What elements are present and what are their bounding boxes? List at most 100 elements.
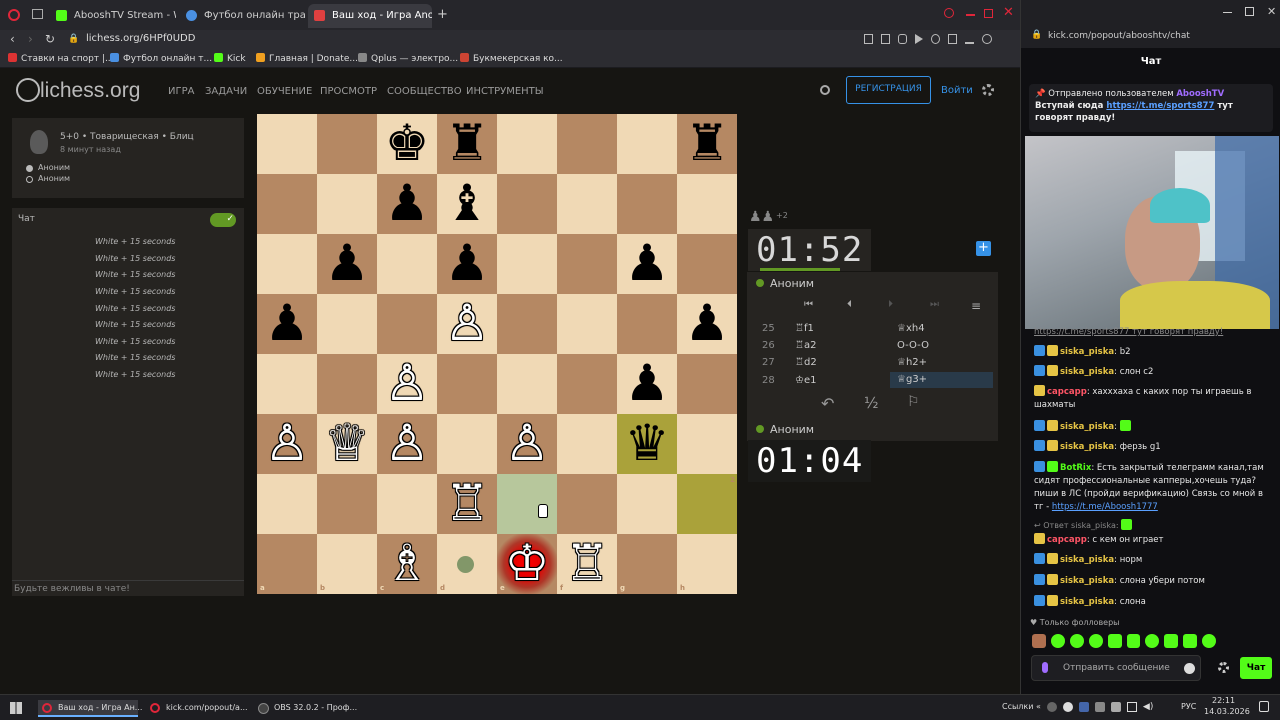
first-move-icon[interactable]: ⏮ (804, 299, 813, 310)
maximize-icon[interactable] (984, 9, 993, 18)
notification-icon[interactable] (1259, 701, 1269, 712)
square-g8[interactable] (617, 114, 677, 174)
emote-icon[interactable] (1145, 634, 1160, 648)
cube-icon[interactable] (948, 34, 957, 44)
lichess-logo[interactable]: lichess.org (40, 79, 140, 103)
square-c6[interactable] (377, 234, 437, 294)
taskbar-app-lichess[interactable]: Ваш ход - Игра Ан... (38, 700, 142, 717)
square-e5[interactable] (497, 294, 557, 354)
move-destination-dot[interactable] (457, 556, 474, 573)
bookmark-kick[interactable]: Kick (214, 53, 246, 64)
search-icon[interactable] (820, 85, 830, 95)
clock-date[interactable]: 14.03.2026 (1204, 707, 1250, 716)
clock-time[interactable]: 22:11 (1212, 696, 1235, 705)
emote-icon[interactable] (1107, 634, 1122, 648)
move-black[interactable]: O-O-O (897, 340, 929, 351)
square-h7[interactable] (677, 174, 737, 234)
nav-play[interactable]: ИГРА (168, 86, 194, 97)
chat-input[interactable]: Будьте вежливы в чате! (12, 580, 244, 596)
emote-icon[interactable] (1183, 634, 1198, 648)
nav-community[interactable]: СООБЩЕСТВО (387, 86, 462, 97)
taskbar-app-obs[interactable]: OBS 32.0.2 - Проф... (254, 700, 357, 717)
tray-app-icon[interactable] (1062, 702, 1073, 712)
square-a4[interactable] (257, 354, 317, 414)
nav-watch[interactable]: ПРОСМОТР (320, 86, 377, 97)
square-d3[interactable] (437, 414, 497, 474)
nav-puzzles[interactable]: ЗАДАЧИ (205, 86, 247, 97)
takeback-icon[interactable]: ↶ (821, 394, 834, 413)
shield-icon[interactable] (898, 34, 907, 44)
move-black[interactable]: ♕xh4 (897, 323, 925, 334)
white-rook-piece[interactable]: ♖ (437, 474, 497, 534)
black-queen-piece[interactable]: ♛ (617, 414, 677, 474)
add-time-icon[interactable]: + (976, 241, 991, 256)
opera-logo-icon[interactable] (8, 9, 20, 21)
pin-icon[interactable] (864, 34, 873, 44)
chat-settings-gear-icon[interactable] (1218, 662, 1229, 673)
bookmark-stavki[interactable]: Ставки на спорт |... (8, 53, 114, 64)
player-black-name[interactable]: Аноним (38, 174, 70, 183)
square-f6[interactable] (557, 234, 617, 294)
emote-icon[interactable] (1088, 634, 1103, 648)
black-pawn-piece[interactable]: ♟ (257, 294, 317, 354)
opponent-name[interactable]: Аноним (770, 277, 814, 290)
move-white[interactable]: ♔e1 (795, 375, 816, 386)
prev-move-icon[interactable]: ⏴ (847, 299, 852, 310)
emote-icon[interactable] (1126, 634, 1141, 648)
square-a2[interactable] (257, 474, 317, 534)
square-h2[interactable] (677, 474, 737, 534)
lichess-horse-icon[interactable] (16, 78, 40, 102)
bookmark-football[interactable]: Футбол онлайн т... (110, 53, 212, 64)
square-e8[interactable] (497, 114, 557, 174)
player-white-name[interactable]: Аноним (38, 163, 70, 172)
white-rook-piece[interactable]: ♖ (557, 534, 617, 594)
login-link[interactable]: Войти (941, 85, 973, 96)
black-pawn-piece[interactable]: ♟ (437, 234, 497, 294)
forward-icon[interactable]: › (28, 32, 33, 46)
snapshot-icon[interactable] (881, 34, 890, 44)
pinned-link[interactable]: https://t.me/sports877 (1106, 101, 1214, 111)
tab-kick-stream[interactable]: AbooshTV Stream - Watch (50, 4, 176, 28)
black-pawn-piece[interactable]: ♟ (377, 174, 437, 234)
close-icon[interactable]: ✕ (1267, 5, 1276, 18)
move-white[interactable]: ♖f1 (795, 323, 814, 334)
tray-app-icon[interactable] (1110, 702, 1121, 712)
tab-lichess[interactable]: Ваш ход - Игра Anon. • li (308, 4, 432, 28)
white-king-piece[interactable]: ♔ (497, 534, 557, 594)
square-h3[interactable] (677, 414, 737, 474)
square-e7[interactable] (497, 174, 557, 234)
volume-icon[interactable]: ◀) (1143, 702, 1153, 714)
square-b5[interactable] (317, 294, 377, 354)
emote-icon[interactable] (1050, 634, 1065, 648)
download-icon[interactable] (965, 34, 974, 44)
square-a1[interactable] (257, 534, 317, 594)
emote-icon[interactable] (1069, 634, 1084, 648)
nav-tools[interactable]: ИНСТРУМЕНТЫ (466, 86, 544, 97)
square-e4[interactable] (497, 354, 557, 414)
square-c5[interactable] (377, 294, 437, 354)
mic-icon[interactable] (1042, 662, 1048, 673)
language-indicator[interactable]: РУС (1181, 702, 1196, 711)
square-e6[interactable] (497, 234, 557, 294)
square-g5[interactable] (617, 294, 677, 354)
tray-app-icon[interactable] (1078, 702, 1089, 712)
taskbar-app-kick[interactable]: kick.com/popout/a... (146, 700, 248, 717)
emote-icon[interactable] (1202, 634, 1217, 648)
draw-offer-icon[interactable]: ½ (864, 394, 879, 412)
profile-icon[interactable] (982, 34, 992, 44)
white-pawn-piece[interactable]: ♙ (377, 354, 437, 414)
white-pawn-piece[interactable]: ♙ (257, 414, 317, 474)
emote-icon[interactable] (1164, 634, 1179, 648)
square-a8[interactable] (257, 114, 317, 174)
move-white[interactable]: ♖d2 (795, 357, 817, 368)
square-g1[interactable] (617, 534, 677, 594)
next-move-icon[interactable]: ⏵ (888, 299, 893, 310)
square-f5[interactable] (557, 294, 617, 354)
search-tabs-icon[interactable] (944, 8, 954, 18)
tab-football[interactable]: Футбол онлайн трансляц (180, 4, 306, 28)
square-f2[interactable] (557, 474, 617, 534)
pinned-message[interactable]: 📌 Отправлено пользователем AbooshTV Всту… (1029, 84, 1273, 132)
reload-icon[interactable]: ↻ (45, 32, 55, 46)
square-b2[interactable] (317, 474, 377, 534)
new-tab-icon[interactable]: + (437, 7, 448, 22)
